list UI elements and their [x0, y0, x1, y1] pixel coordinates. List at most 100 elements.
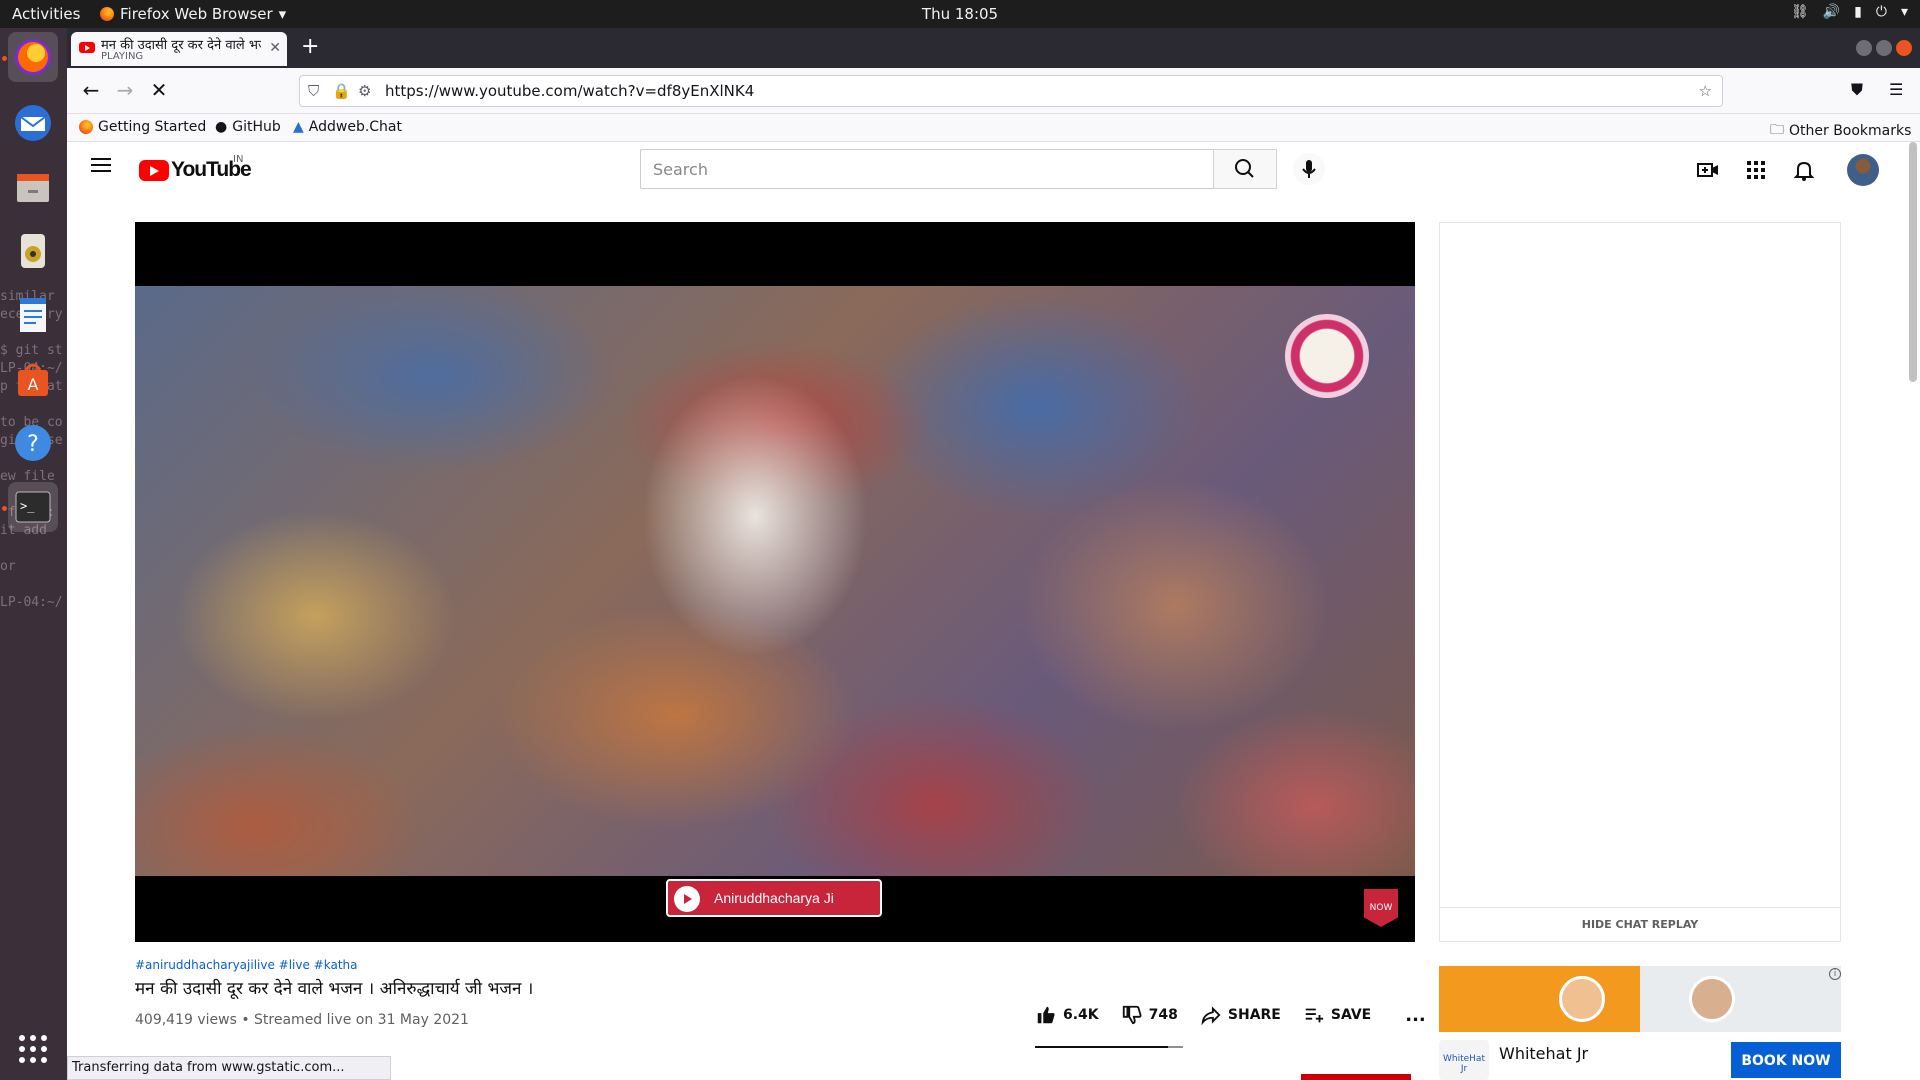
search-placeholder: Search — [653, 160, 708, 179]
close-window-button[interactable] — [1896, 40, 1912, 56]
bookmark-label: Getting Started — [98, 119, 207, 135]
save-label: SAVE — [1330, 1007, 1372, 1023]
ad-info-icon[interactable]: i — [1829, 968, 1841, 980]
notifications-bell-icon[interactable] — [1792, 158, 1816, 182]
pocket-icon[interactable]: ⛊ — [1851, 80, 1863, 100]
bookmark-label: GitHub — [232, 119, 281, 135]
hide-chat-replay-button[interactable]: HIDE CHAT REPLAY — [1440, 907, 1840, 941]
status-bar: Transferring data from www.gstatic.com..… — [67, 1056, 391, 1080]
subscribe-now-badge[interactable]: NOW — [1364, 889, 1398, 927]
save-button[interactable]: SAVE — [1303, 1004, 1371, 1026]
thumbs-down-icon — [1122, 1005, 1142, 1025]
url-bar[interactable]: ⛉ 🔒 ⚙ https://www.youtube.com/watch?v=df… — [299, 75, 1723, 107]
tab-playing-label: PLAYING — [101, 51, 144, 62]
ad-person-photo — [1689, 976, 1735, 1022]
like-ratio-fill — [1035, 1046, 1169, 1048]
terminal-icon: >_ — [15, 491, 51, 523]
new-tab-button[interactable]: + — [301, 34, 319, 59]
ad-banner-image[interactable] — [1439, 966, 1841, 1032]
voice-search-button[interactable] — [1293, 153, 1325, 185]
grid-icon — [19, 1035, 47, 1063]
search-button[interactable] — [1213, 149, 1277, 189]
subscribe-button[interactable] — [1301, 1074, 1411, 1080]
dock-thunderbird[interactable] — [8, 98, 58, 148]
dock-rhythmbox[interactable] — [8, 226, 58, 276]
dock-help[interactable]: ? — [8, 418, 58, 468]
document-icon — [20, 298, 46, 332]
youtube-page: YouTube IN Search Aniruddhacharya Ji NOW… — [67, 142, 1920, 1080]
firefox-icon — [100, 7, 114, 21]
system-tray[interactable]: ⛓ 🔊 ▮ ⏻ ▾ — [1791, 4, 1908, 20]
maximize-button[interactable] — [1876, 40, 1892, 56]
more-actions-button[interactable]: ... — [1405, 1005, 1426, 1026]
video-hashtags[interactable]: #aniruddhacharyajilive #live #katha — [135, 958, 358, 972]
like-count: 6.4K — [1063, 1007, 1099, 1023]
battery-icon: ▮ — [1854, 4, 1862, 20]
chevron-down-icon: ▾ — [1900, 4, 1908, 20]
search-input[interactable]: Search — [640, 149, 1214, 189]
dock-writer[interactable] — [8, 290, 58, 340]
show-applications[interactable] — [8, 1024, 58, 1074]
app-menu-label: Firefox Web Browser — [120, 5, 273, 23]
country-code: IN — [233, 154, 244, 165]
book-now-button[interactable]: BOOK NOW — [1731, 1042, 1841, 1078]
forward-button[interactable]: → — [111, 78, 139, 102]
shield-icon[interactable]: ⛉ — [308, 82, 319, 100]
youtube-logo[interactable]: YouTube IN — [139, 154, 252, 182]
dock-software[interactable]: A — [8, 354, 58, 404]
firefox-icon — [79, 120, 93, 134]
advertiser-logo[interactable]: WhiteHat Jr — [1439, 1040, 1489, 1080]
mail-icon — [15, 105, 51, 141]
bookmarks-toolbar: Getting Started ● GitHub ▲ Addweb.Chat 🗀… — [67, 114, 1920, 142]
like-button[interactable]: 6.4K — [1035, 1004, 1099, 1026]
permissions-icon[interactable]: ⚙ — [358, 82, 371, 100]
advertiser-name[interactable]: Whitehat Jr — [1499, 1044, 1588, 1063]
app-menu[interactable]: Firefox Web Browser ▾ — [100, 5, 286, 23]
minimize-button[interactable] — [1856, 40, 1872, 56]
dock-firefox[interactable] — [8, 32, 58, 82]
back-button[interactable]: ← — [77, 78, 105, 102]
volume-icon: 🔊 — [1822, 4, 1841, 20]
firefox-icon — [15, 39, 51, 75]
stop-button[interactable]: ✕ — [145, 78, 173, 102]
bookmark-star-icon[interactable]: ☆ — [1699, 82, 1712, 100]
tab-youtube[interactable]: मन की उदासी दूर कर देने वाले भजन PLAYING… — [71, 32, 287, 66]
menu-icon[interactable]: ☰ — [1889, 80, 1903, 99]
lock-icon[interactable]: 🔒 — [332, 82, 351, 100]
avatar[interactable] — [1847, 154, 1879, 186]
bookmark-getting-started[interactable]: Getting Started — [79, 119, 206, 135]
bookmark-github[interactable]: ● GitHub — [215, 119, 281, 135]
close-icon[interactable]: ✕ — [269, 40, 281, 56]
thumbs-up-icon — [1037, 1006, 1055, 1024]
other-bookmarks[interactable]: 🗀 Other Bookmarks — [1770, 119, 1911, 143]
youtube-play-icon — [139, 159, 169, 181]
live-chat-replay: HIDE CHAT REPLAY — [1439, 222, 1841, 942]
share-button[interactable]: SHARE — [1200, 1004, 1281, 1026]
navigation-toolbar: ← → ✕ ⛉ 🔒 ⚙ https://www.youtube.com/watc… — [67, 68, 1920, 114]
svg-text:A: A — [28, 375, 39, 394]
bookmark-addweb[interactable]: ▲ Addweb.Chat — [293, 119, 402, 135]
youtube-header: YouTube IN Search — [67, 142, 1920, 198]
clock[interactable]: Thu 18:05 — [922, 5, 998, 23]
running-indicator — [2, 506, 7, 511]
dislike-button[interactable]: 748 — [1121, 1004, 1178, 1026]
other-bookmarks-label: Other Bookmarks — [1789, 123, 1912, 139]
video-actions: 6.4K 748 SHARE SAVE ... — [1035, 1004, 1426, 1026]
dislike-count: 748 — [1148, 1007, 1178, 1023]
speaker-icon — [21, 234, 45, 268]
dock-terminal[interactable]: >_ — [8, 482, 58, 532]
window-controls — [1856, 40, 1912, 56]
create-video-icon[interactable] — [1696, 158, 1720, 182]
page-scrollbar[interactable] — [1909, 142, 1917, 382]
url-text[interactable]: https://www.youtube.com/watch?v=df8yEnXl… — [385, 82, 754, 100]
dock-files[interactable] — [8, 162, 58, 212]
ad-person-photo — [1559, 976, 1605, 1022]
svg-text:>_: >_ — [20, 499, 35, 513]
activities-button[interactable]: Activities — [12, 5, 80, 23]
ad-row: WhiteHat Jr Whitehat Jr BOOK NOW — [1439, 1038, 1841, 1080]
guide-menu-icon[interactable] — [91, 158, 111, 172]
share-label: SHARE — [1227, 1007, 1281, 1023]
video-player[interactable]: Aniruddhacharya Ji NOW — [135, 222, 1415, 942]
power-icon: ⏻ — [1875, 4, 1887, 20]
apps-grid-icon[interactable] — [1744, 158, 1768, 182]
